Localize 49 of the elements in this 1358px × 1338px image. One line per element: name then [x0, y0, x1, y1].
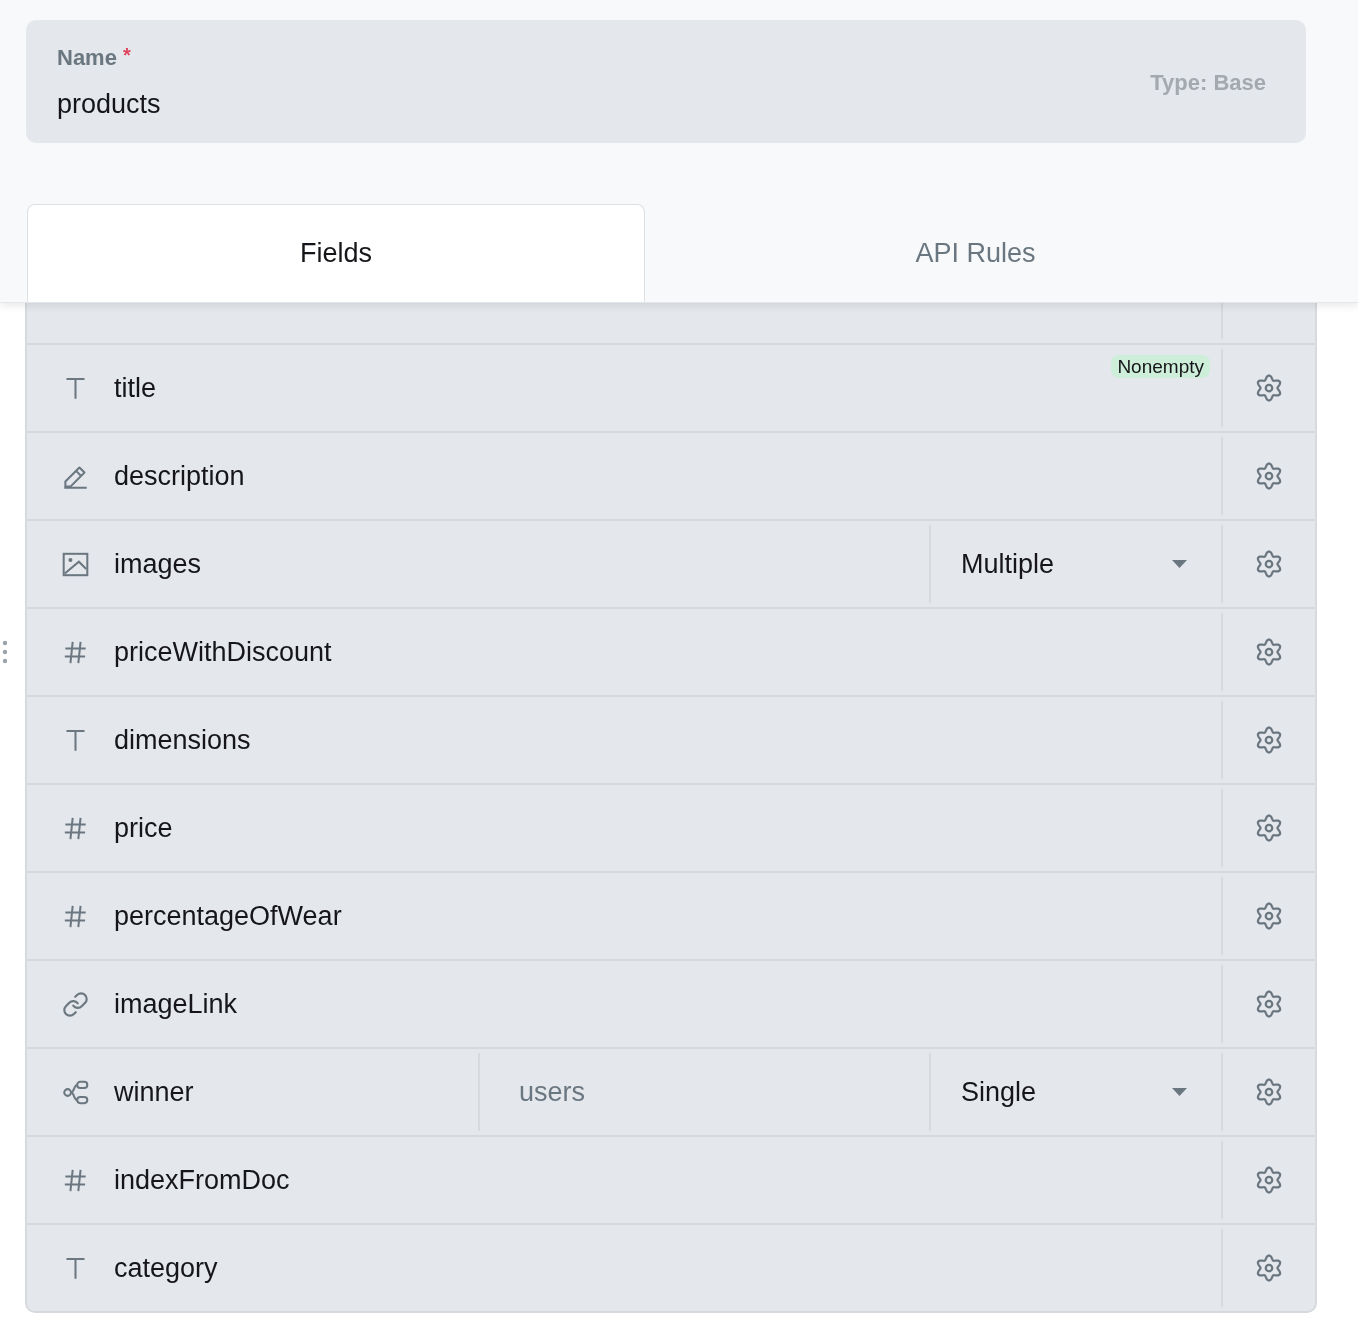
- field-name-input[interactable]: indexFromDoc: [114, 1164, 290, 1196]
- settings-icon: [1254, 901, 1284, 931]
- field-name-input[interactable]: description: [114, 460, 245, 492]
- settings-button[interactable]: [1254, 901, 1284, 931]
- field-name-input[interactable]: priceWithDiscount: [114, 636, 332, 668]
- field-name-input[interactable]: winner: [114, 1076, 194, 1108]
- settings-icon: [1254, 813, 1284, 843]
- field-name-input[interactable]: images: [114, 548, 202, 580]
- field-label: Name: [57, 45, 117, 71]
- settings-button[interactable]: [1254, 813, 1284, 843]
- settings-button[interactable]: [1254, 1165, 1284, 1195]
- tab[interactable]: Fields: [27, 204, 645, 302]
- collection-select[interactable]: users: [478, 1053, 929, 1131]
- caret-icon: [1172, 1088, 1187, 1096]
- required-mark: *: [122, 45, 131, 65]
- settings-icon: [1254, 637, 1284, 667]
- link-icon: [62, 990, 89, 1018]
- settings-button[interactable]: [1254, 1077, 1284, 1107]
- settings-button[interactable]: [1254, 461, 1284, 491]
- settings-icon: [1254, 1253, 1284, 1283]
- settings-icon: [1254, 373, 1284, 403]
- settings-icon: [1254, 1165, 1284, 1195]
- tab[interactable]: API Rules: [644, 204, 1306, 302]
- field-name-input[interactable]: category: [114, 1252, 218, 1284]
- settings-icon: [1254, 989, 1284, 1019]
- field-name-input[interactable]: imageLink: [114, 988, 238, 1020]
- drag-handle-icon[interactable]: [2, 640, 8, 664]
- settings-button[interactable]: [1254, 1253, 1284, 1283]
- settings-button[interactable]: [1254, 549, 1284, 579]
- settings-button[interactable]: [1254, 373, 1284, 403]
- field-name-input[interactable]: dimensions: [114, 724, 251, 756]
- field-name-input[interactable]: percentageOfWear: [114, 900, 342, 932]
- field-name-input[interactable]: price: [114, 812, 173, 844]
- field-name-input[interactable]: title: [114, 372, 157, 404]
- settings-icon: [1254, 461, 1284, 491]
- settings-button[interactable]: [1254, 725, 1284, 755]
- settings-button[interactable]: [1254, 637, 1284, 667]
- field-badge: Nonempty: [1111, 355, 1210, 378]
- settings-icon: [1254, 549, 1284, 579]
- settings-icon: [1254, 1077, 1284, 1107]
- node-graph-icon: [62, 1078, 89, 1106]
- collection-name-field[interactable]: Name * products Type: Base: [26, 20, 1306, 143]
- settings-button[interactable]: [1254, 989, 1284, 1019]
- select-field[interactable]: Single: [929, 1053, 1221, 1131]
- select-field[interactable]: Multiple: [929, 525, 1221, 603]
- collection-type-label: Type: Base: [1150, 69, 1266, 96]
- settings-icon: [1254, 725, 1284, 755]
- caret-icon: [1172, 560, 1187, 568]
- image-icon: [62, 550, 89, 578]
